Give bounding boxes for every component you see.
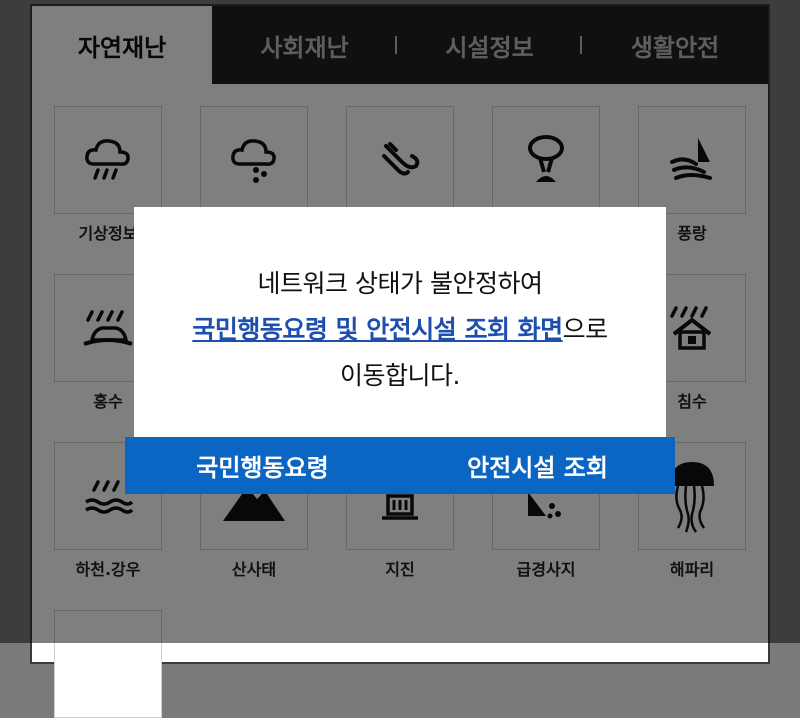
dialog-link[interactable]: 국민행동요령 및 안전시설 조회 화면	[192, 315, 563, 344]
dialog-line-2: 국민행동요령 및 안전시설 조회 화면으로	[134, 307, 666, 353]
dialog-line-1: 네트워크 상태가 불안정하여	[257, 269, 543, 298]
dialog-button-bar: 국민행동요령 안전시설 조회	[125, 437, 675, 494]
dialog-message: 네트워크 상태가 불안정하여 국민행동요령 및 안전시설 조회 화면으로 이동합…	[134, 261, 666, 399]
dialog-line-2-suffix: 으로	[562, 315, 609, 344]
citizen-action-guide-button[interactable]: 국민행동요령	[125, 437, 400, 494]
safety-facility-search-button[interactable]: 안전시설 조회	[400, 437, 675, 494]
network-warning-dialog: 네트워크 상태가 불안정하여 국민행동요령 및 안전시설 조회 화면으로 이동합…	[134, 207, 666, 437]
dialog-line-3: 이동합니다.	[340, 361, 460, 390]
